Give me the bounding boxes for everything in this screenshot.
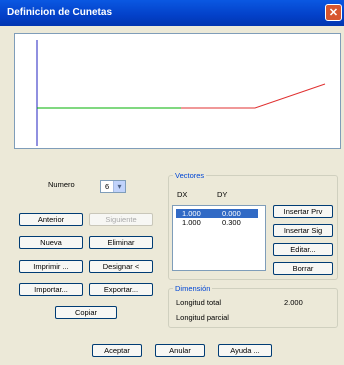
numero-label: Numero bbox=[48, 180, 75, 189]
editar-button[interactable]: Editar... bbox=[273, 243, 333, 256]
eliminar-button[interactable]: Eliminar bbox=[89, 236, 153, 249]
aceptar-button[interactable]: Aceptar bbox=[92, 344, 142, 357]
designar-button[interactable]: Designar < bbox=[89, 260, 153, 273]
title-bar: Definicion de Cunetas ✕ bbox=[0, 0, 344, 26]
anterior-button[interactable]: Anterior bbox=[19, 213, 83, 226]
dimension-group bbox=[168, 288, 338, 328]
chevron-down-icon[interactable]: ▾ bbox=[113, 181, 125, 192]
nueva-button[interactable]: Nueva bbox=[19, 236, 83, 249]
cell-dy: 0.000 bbox=[222, 209, 241, 218]
col-dx-header: DX bbox=[177, 190, 188, 199]
close-icon: ✕ bbox=[328, 7, 339, 19]
close-button[interactable]: ✕ bbox=[325, 4, 342, 21]
col-dy-header: DY bbox=[217, 190, 228, 199]
longitud-total-label: Longitud total bbox=[176, 298, 222, 307]
borrar-button[interactable]: Borrar bbox=[273, 262, 333, 275]
numero-value: 6 bbox=[105, 182, 110, 191]
cell-dy: 0.300 bbox=[222, 218, 241, 227]
cell-dx: 1.000 bbox=[182, 209, 201, 218]
window-title: Definicion de Cunetas bbox=[7, 7, 113, 18]
anular-button[interactable]: Anular bbox=[155, 344, 205, 357]
profile-drawing bbox=[36, 40, 326, 146]
siguiente-button[interactable]: Siguiente bbox=[89, 213, 153, 226]
cuneta-profile bbox=[181, 83, 326, 109]
longitud-total-value: 2.000 bbox=[284, 298, 303, 307]
ayuda-button[interactable]: Ayuda ... bbox=[218, 344, 272, 357]
copiar-button[interactable]: Copiar bbox=[55, 306, 117, 319]
insertar-sig-button[interactable]: Insertar Sig bbox=[273, 224, 333, 237]
list-item[interactable]: 1.000 0.000 bbox=[176, 209, 258, 218]
imprimir-button[interactable]: Imprimir ... bbox=[19, 260, 83, 273]
cell-dx: 1.000 bbox=[182, 218, 201, 227]
longitud-parcial-label: Longitud parcial bbox=[176, 313, 229, 322]
vectores-title: Vectores bbox=[173, 171, 207, 180]
exportar-button[interactable]: Exportar... bbox=[89, 283, 153, 296]
vectores-list[interactable]: 1.000 0.000 1.000 0.300 bbox=[172, 205, 266, 271]
profile-canvas bbox=[14, 33, 341, 149]
list-item[interactable]: 1.000 0.300 bbox=[176, 218, 258, 227]
insertar-prv-button[interactable]: Insertar Prv bbox=[273, 205, 333, 218]
dimension-title: Dimensión bbox=[173, 284, 213, 293]
numero-select[interactable]: 6 ▾ bbox=[100, 180, 126, 193]
importar-button[interactable]: Importar... bbox=[19, 283, 83, 296]
